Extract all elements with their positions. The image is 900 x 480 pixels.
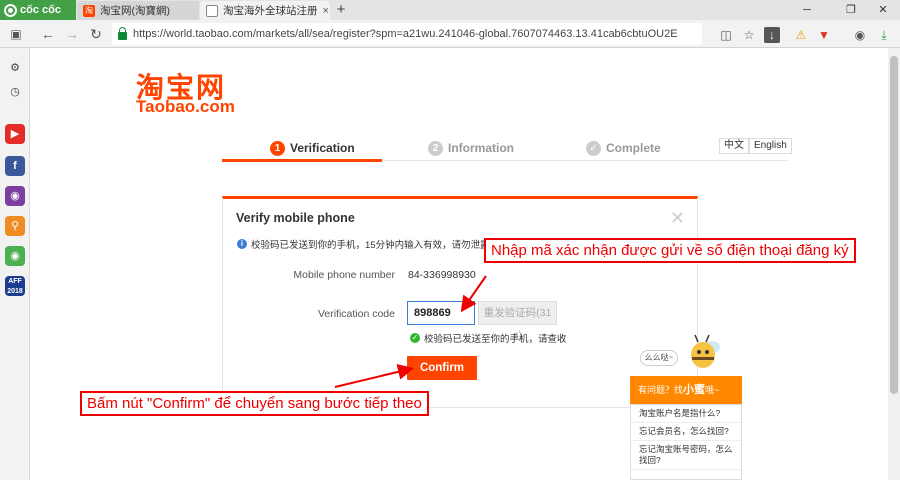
check-icon: ✓ <box>586 140 601 156</box>
code-label: Verification code <box>317 308 395 320</box>
page-scrollbar[interactable] <box>888 48 900 480</box>
search-icon[interactable]: ⚲ <box>5 216 25 236</box>
window-close-icon[interactable]: ✕ <box>870 0 896 20</box>
reload-icon[interactable]: ↻ <box>86 24 106 44</box>
settings-gear-icon[interactable]: ⚙ <box>5 58 25 78</box>
step-number: 1 <box>270 140 285 156</box>
forward-icon[interactable]: → <box>62 24 82 44</box>
help-header[interactable]: 有问题？找小蜜哦~ <box>630 376 742 404</box>
browser-sidebar: ⚙ ◷ ▶ f ◉ ⚲ ◉ AFF 2018 <box>0 48 30 480</box>
taobao-favicon-icon: 淘 <box>83 4 95 17</box>
shield-icon[interactable]: ▼ <box>816 27 832 43</box>
aff-icon[interactable]: AFF 2018 <box>5 276 25 296</box>
help-item[interactable]: 忘记淘宝账号密码，怎么找回? <box>631 441 741 470</box>
phone-value: 84-336998930 <box>408 269 476 281</box>
help-header-prefix: 有问题？找 <box>638 385 684 395</box>
coccoc-menu-button[interactable]: cốc cốc <box>0 0 76 20</box>
check-icon: ✓ <box>410 333 420 343</box>
info-text: 校验码已发送到你的手机，15分钟内输入有效，请勿泄露 <box>251 240 490 251</box>
bookmark-star-icon[interactable]: ☆ <box>741 27 757 43</box>
lang-chinese-button[interactable]: 中文 <box>719 138 749 154</box>
taobao-logo-en[interactable]: Taobao.com <box>136 97 235 117</box>
annotation-click-confirm: Bấm nút "Confirm" để chuyển sang bước ti… <box>80 391 429 416</box>
help-item[interactable]: 忘记会员名，怎么找回? <box>631 423 741 441</box>
youtube-icon[interactable]: ▶ <box>5 124 25 144</box>
annotation-enter-code: Nhập mã xác nhận được gửi về số điện tho… <box>484 238 856 263</box>
profile-icon[interactable]: ◉ <box>852 27 868 43</box>
step-progress <box>222 159 382 162</box>
assistant-bubble: 么么哒~ <box>640 350 678 366</box>
sent-message: ✓ 校验码已发送至你的手机，请查收 <box>410 331 567 345</box>
minimize-icon[interactable]: ─ <box>794 0 820 20</box>
help-header-suffix: 哦~ <box>705 385 720 395</box>
alert-icon[interactable]: ⚠ <box>793 27 809 43</box>
maximize-icon[interactable]: ❐ <box>838 0 864 20</box>
tab-taobao-home[interactable]: 淘 淘宝网(淘寶網) <box>77 1 199 20</box>
tab-close-icon[interactable]: × <box>323 5 329 17</box>
messenger-icon[interactable]: ◉ <box>5 186 25 206</box>
url-text: https://world.taobao.com/markets/all/sea… <box>133 28 678 40</box>
help-item[interactable]: 淘宝账户名是指什么? <box>631 405 741 423</box>
download-icon[interactable]: ↓ <box>764 27 780 43</box>
history-icon[interactable]: ◷ <box>5 82 25 102</box>
step-information: 2 Information <box>428 138 514 158</box>
coccoc-game-icon[interactable]: ◉ <box>5 246 25 266</box>
lock-icon <box>118 26 127 40</box>
bee-mascot-icon[interactable] <box>688 333 722 373</box>
translate-icon[interactable]: ◫ <box>718 27 734 43</box>
tab-register[interactable]: 淘宝海外全球站注册 × <box>200 1 330 20</box>
panel-close-icon[interactable]: ✕ <box>670 208 685 229</box>
facebook-icon[interactable]: f <box>5 156 25 176</box>
back-icon[interactable]: ← <box>38 24 58 44</box>
tab-strip: cốc cốc 淘 淘宝网(淘寶網) 淘宝海外全球站注册 × + ─ ❐ ✕ <box>0 0 900 20</box>
step-number: 2 <box>428 140 443 156</box>
info-icon: i <box>237 239 247 249</box>
resend-code-button[interactable]: 重发验证码(31 s) <box>478 301 557 341</box>
step-complete: ✓ Complete <box>586 138 661 158</box>
step-verification: 1 Verification <box>270 138 355 158</box>
help-list: 淘宝账户名是指什么? 忘记会员名，怎么找回? 忘记淘宝账号密码，怎么找回? <box>630 404 742 480</box>
tab-title: 淘宝海外全球站注册 <box>223 5 318 17</box>
page-favicon-icon <box>206 4 218 17</box>
step-label: Information <box>448 141 514 155</box>
phone-label: Mobile phone number <box>293 269 395 281</box>
help-header-name: 小蜜 <box>683 384 706 396</box>
lang-english-button[interactable]: English <box>749 138 792 154</box>
step-label: Complete <box>606 141 661 155</box>
downloads-arrow-icon[interactable]: ⤓ <box>876 27 892 43</box>
verification-code-input[interactable] <box>407 301 475 325</box>
new-tab-button[interactable]: + <box>333 0 349 20</box>
info-message: i 校验码已发送到你的手机，15分钟内输入有效，请勿泄露 <box>237 237 490 251</box>
address-bar[interactable]: https://world.taobao.com/markets/all/sea… <box>112 23 702 45</box>
brand-name: cốc cốc <box>20 4 61 16</box>
sent-text: 校验码已发送至你的手机，请查收 <box>424 334 567 345</box>
sidebar-toggle-icon[interactable]: ▣ <box>6 24 26 44</box>
coccoc-logo-icon <box>4 3 17 17</box>
confirm-button[interactable]: Confirm <box>407 356 477 380</box>
scrollbar-thumb[interactable] <box>890 56 898 394</box>
panel-title: Verify mobile phone <box>236 211 355 225</box>
step-label: Verification <box>290 141 355 155</box>
tab-title: 淘宝网(淘寶網) <box>100 5 170 17</box>
